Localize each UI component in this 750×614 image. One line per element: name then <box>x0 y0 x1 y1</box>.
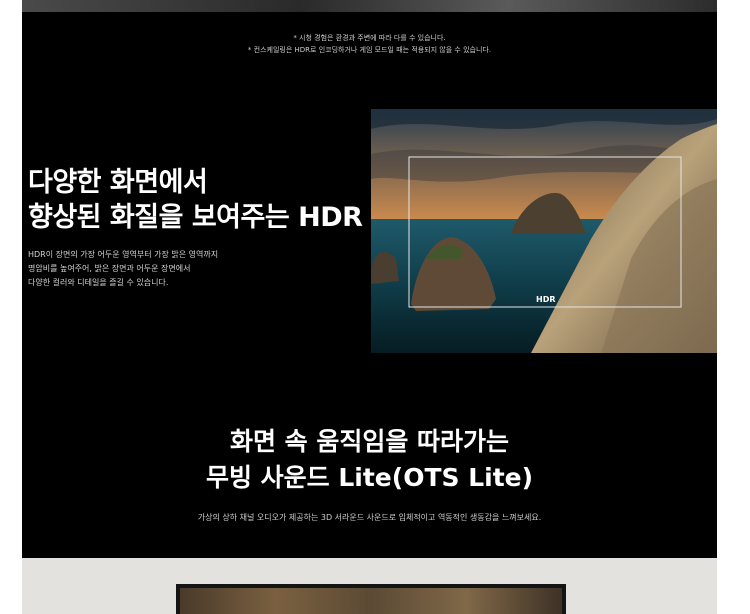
ots-heading-line-1: 화면 속 움직임을 따라가는 <box>229 427 510 456</box>
hdr-description: HDR이 장면의 가장 어두운 영역부터 가장 밝은 영역까지 명암비를 높여주… <box>28 248 218 290</box>
top-image-strip <box>22 0 717 12</box>
tv-screen <box>180 588 562 614</box>
hdr-heading-line-2: 향상된 화질을 보여주는 HDR <box>28 202 363 233</box>
hdr-description-line-3: 다양한 컬러와 디테일을 즐길 수 있습니다. <box>28 278 169 287</box>
hdr-landscape-image: HDR <box>371 109 717 353</box>
tv-image <box>176 584 566 614</box>
ots-description: 가상의 상하 채널 오디오가 제공하는 3D 서라운드 사운드로 입체적이고 역… <box>197 513 542 522</box>
hdr-description-line-1: HDR이 장면의 가장 어두운 영역부터 가장 밝은 영역까지 <box>28 250 219 259</box>
hdr-heading: 다양한 화면에서 향상된 화질을 보여주는 HDR <box>28 165 363 235</box>
ots-heading-line-2: 무빙 사운드 Lite(OTS Lite) <box>205 463 534 492</box>
disclaimer-notes: * 시청 경험은 환경과 주변에 따라 다를 수 있습니다. * 컨스케일링은 … <box>22 32 717 56</box>
hdr-description-line-2: 명암비를 높여주어, 밝은 장면과 어두운 장면에서 <box>28 264 191 273</box>
ots-heading: 화면 속 움직임을 따라가는 무빙 사운드 Lite(OTS Lite) <box>22 424 717 496</box>
disclaimer-line-2: * 컨스케일링은 HDR로 인코딩하거나 게임 모드일 때는 적용되지 않을 수… <box>247 46 492 54</box>
disclaimer-line-1: * 시청 경험은 환경과 주변에 따라 다를 수 있습니다. <box>293 34 446 42</box>
hdr-label: HDR <box>536 295 556 304</box>
hdr-heading-line-1: 다양한 화면에서 <box>28 167 208 198</box>
feature-panel: * 시청 경험은 환경과 주변에 따라 다를 수 있습니다. * 컨스케일링은 … <box>22 12 717 558</box>
